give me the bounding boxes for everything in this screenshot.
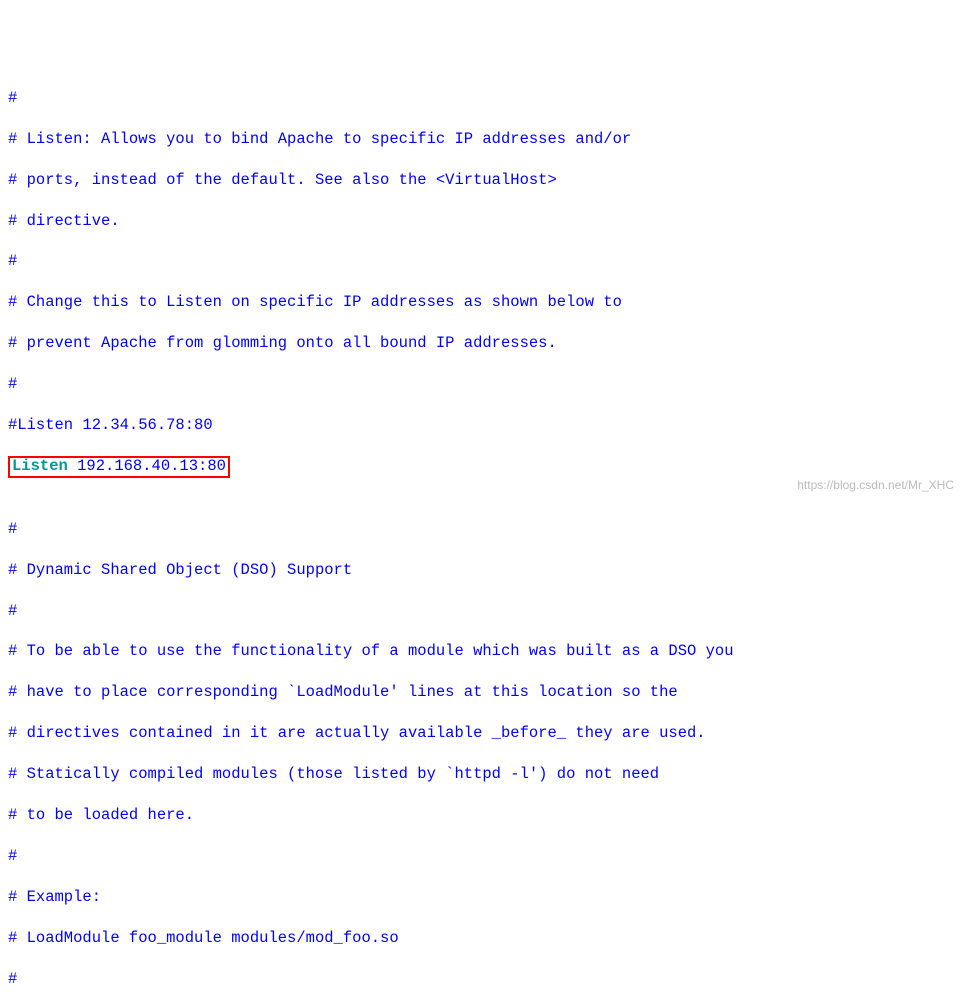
listen-keyword: Listen: [12, 457, 68, 475]
config-comment-line: #: [8, 969, 956, 989]
listen-directive-line: Listen 192.168.40.13:80: [8, 456, 956, 478]
watermark-text: https://blog.csdn.net/Mr_XHC: [797, 478, 954, 494]
config-comment-line: # to be loaded here.: [8, 805, 956, 825]
config-comment-line: #: [8, 251, 956, 271]
config-comment-line: # prevent Apache from glomming onto all …: [8, 333, 956, 353]
listen-value: 192.168.40.13:80: [68, 457, 226, 475]
config-comment-line: # Change this to Listen on specific IP a…: [8, 292, 956, 312]
config-comment-line: # ports, instead of the default. See als…: [8, 170, 956, 190]
config-comment-line: #: [8, 846, 956, 866]
config-comment-line: # directives contained in it are actuall…: [8, 723, 956, 743]
config-comment-line: #Listen 12.34.56.78:80: [8, 415, 956, 435]
config-comment-line: #: [8, 374, 956, 394]
config-comment-line: # Dynamic Shared Object (DSO) Support: [8, 560, 956, 580]
config-comment-line: #: [8, 88, 956, 108]
config-comment-line: # Statically compiled modules (those lis…: [8, 764, 956, 784]
config-comment-line: #: [8, 519, 956, 539]
config-comment-line: # directive.: [8, 211, 956, 231]
config-comment-line: # Example:: [8, 887, 956, 907]
highlight-box: Listen 192.168.40.13:80: [8, 456, 230, 478]
config-comment-line: # have to place corresponding `LoadModul…: [8, 682, 956, 702]
config-comment-line: #: [8, 601, 956, 621]
config-comment-line: # To be able to use the functionality of…: [8, 641, 956, 661]
config-comment-line: # LoadModule foo_module modules/mod_foo.…: [8, 928, 956, 948]
config-comment-line: # Listen: Allows you to bind Apache to s…: [8, 129, 956, 149]
